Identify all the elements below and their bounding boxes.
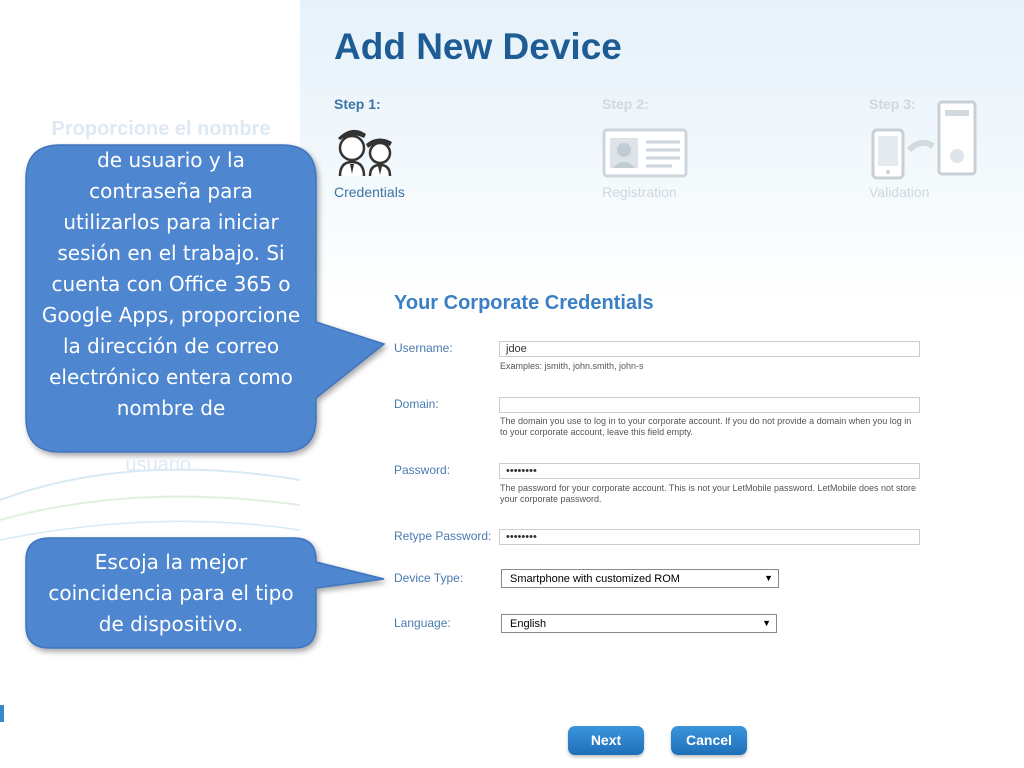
credentials-callout-overflow-top: Proporcione el nombre	[51, 118, 271, 140]
credentials-callout-overflow-bottom: usuario.	[125, 454, 197, 476]
device-callout-text: Escoja la mejor coincidencia para el tip…	[48, 550, 294, 636]
credentials-callout-text: de usuario y la contraseña para utilizar…	[41, 148, 301, 420]
